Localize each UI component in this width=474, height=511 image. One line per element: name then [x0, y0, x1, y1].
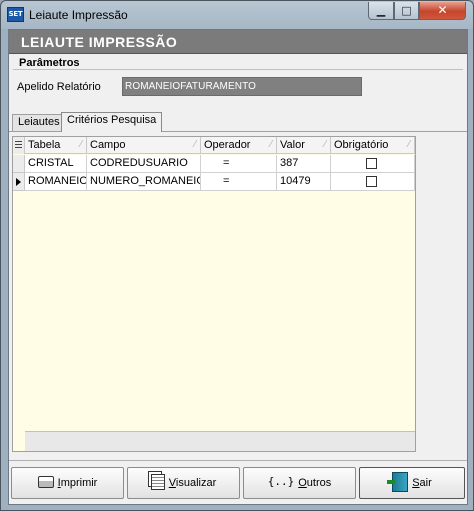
sort-icon: ⁄ — [80, 139, 82, 150]
sair-button[interactable]: Sair — [359, 467, 465, 499]
close-button[interactable]: ✕ — [419, 2, 466, 20]
cell-obrigatorio[interactable] — [331, 155, 415, 173]
grid-columns-icon — [15, 141, 22, 149]
tab-leiautes[interactable]: Leiautes — [12, 114, 66, 131]
col-header-tabela[interactable]: Tabela ⁄ — [25, 137, 87, 154]
exit-door-icon — [387, 472, 409, 493]
cell-operador[interactable]: = — [201, 155, 277, 173]
pages-icon — [150, 474, 165, 491]
parametros-legend: Parâmetros — [19, 57, 80, 69]
cell-tabela[interactable]: CRISTAL — [25, 155, 87, 173]
client-area: LEIAUTE IMPRESSÃO Parâmetros Apelido Rel… — [8, 29, 468, 505]
cell-operador[interactable]: = — [201, 173, 277, 191]
outros-button[interactable]: {..} Outros — [243, 467, 356, 499]
cell-valor[interactable]: 387 — [277, 155, 331, 173]
tab-strip: Leiautes Critérios Pesquisa — [9, 112, 467, 132]
sair-label: air — [419, 477, 432, 489]
header-band: LEIAUTE IMPRESSÃO — [9, 30, 467, 54]
cell-obrigatorio[interactable] — [331, 173, 415, 191]
window-title: Leiaute Impressão — [29, 8, 128, 22]
grid-menu-button[interactable] — [13, 137, 25, 154]
visualizar-button[interactable]: Visualizar — [127, 467, 240, 499]
criteria-grid[interactable]: Tabela ⁄ Campo ⁄ Operador ⁄ Valor ⁄ Obrigató… — [12, 136, 416, 452]
minimize-button[interactable]: ▁ — [368, 2, 394, 20]
col-header-valor-label: Valor — [280, 139, 305, 151]
current-row-arrow-icon — [16, 178, 21, 186]
col-header-campo-label: Campo — [90, 139, 126, 151]
cell-valor[interactable]: 10479 — [277, 173, 331, 191]
row-indicator[interactable] — [13, 173, 25, 191]
obrigatorio-checkbox[interactable] — [366, 176, 377, 187]
imprimir-button[interactable]: Imprimir — [11, 467, 124, 499]
apelido-field[interactable]: ROMANEIOFATURAMENTO — [122, 77, 362, 96]
col-header-operador-label: Operador — [204, 139, 251, 151]
cell-tabela[interactable]: ROMANEIO — [25, 173, 87, 191]
sort-icon: ⁄ — [194, 139, 196, 150]
app-icon: SET — [7, 7, 24, 22]
button-bar: Imprimir Visualizar {..} Outros Sair — [9, 460, 467, 504]
outros-label: utros — [306, 477, 332, 489]
sair-mnemonic: S — [412, 477, 420, 489]
maximize-button[interactable]: □ — [394, 2, 419, 20]
grid-header: Tabela ⁄ Campo ⁄ Operador ⁄ Valor ⁄ Obrigató… — [13, 137, 415, 154]
braces-icon: {..} — [267, 475, 295, 489]
col-header-obrigatorio[interactable]: Obrigatório ⁄ — [331, 137, 415, 154]
row-indicator[interactable] — [13, 155, 25, 173]
imprimir-label: mprimir — [60, 477, 98, 489]
cell-campo[interactable]: NUMERO_ROMANEIO — [87, 173, 201, 191]
cell-campo[interactable]: CODREDUSUARIO — [87, 155, 201, 173]
app-window: SET Leiaute Impressão ▁ □ ✕ LEIAUTE IMPR… — [0, 0, 474, 511]
sort-icon: ⁄ — [324, 139, 326, 150]
sort-icon: ⁄ — [408, 139, 410, 150]
printer-icon — [37, 476, 54, 489]
outros-mnemonic: O — [298, 477, 307, 489]
obrigatorio-checkbox[interactable] — [366, 158, 377, 169]
group-divider — [13, 69, 463, 70]
grid-footer — [25, 431, 415, 451]
col-header-operador[interactable]: Operador ⁄ — [201, 137, 277, 154]
visualizar-label: isualizar — [175, 477, 217, 489]
col-header-valor[interactable]: Valor ⁄ — [277, 137, 331, 154]
col-header-campo[interactable]: Campo ⁄ — [87, 137, 201, 154]
tab-criterios-pesquisa[interactable]: Critérios Pesquisa — [61, 112, 163, 132]
col-header-tabela-label: Tabela — [28, 139, 61, 151]
col-header-obrigatorio-label: Obrigatório — [334, 139, 389, 151]
table-row[interactable]: CRISTAL CODREDUSUARIO = 387 — [13, 155, 415, 173]
page-title: LEIAUTE IMPRESSÃO — [21, 34, 178, 50]
visualizar-mnemonic: V — [168, 477, 176, 489]
title-bar[interactable]: SET Leiaute Impressão ▁ □ ✕ — [1, 1, 473, 29]
criterios-panel: Tabela ⁄ Campo ⁄ Operador ⁄ Valor ⁄ Obrigató… — [9, 131, 467, 457]
table-row[interactable]: ROMANEIO NUMERO_ROMANEIO = 10479 — [13, 173, 415, 191]
apelido-label: Apelido Relatório — [17, 81, 101, 93]
sort-icon: ⁄ — [270, 139, 272, 150]
